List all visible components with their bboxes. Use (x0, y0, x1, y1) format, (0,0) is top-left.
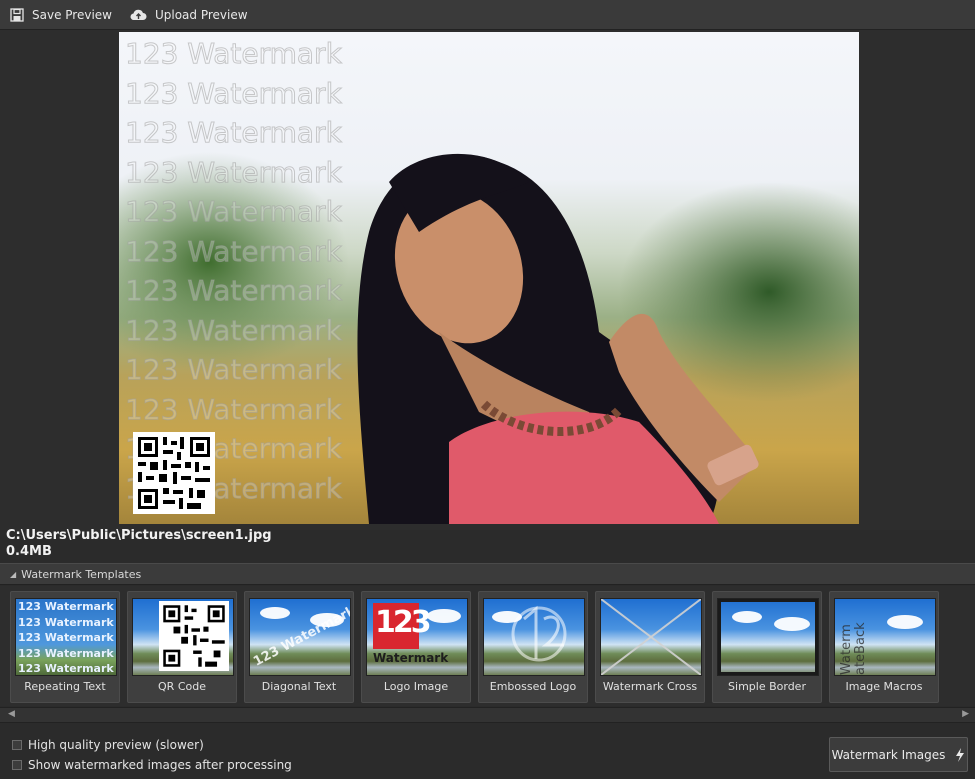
templates-scrollbar[interactable]: ◀ ▶ (0, 707, 975, 723)
template-label: Simple Border (728, 680, 806, 693)
watermark-line: 123 Watermark (125, 116, 343, 150)
lightning-icon (956, 747, 965, 762)
templates-section-header[interactable]: ◢ Watermark Templates (0, 563, 975, 585)
preview-image: 123 Watermark 123 Watermark 123 Watermar… (119, 32, 859, 524)
template-thumbnail: 123 Watermark (366, 598, 468, 676)
repeating-text-sample: 123 Watermark 123 Watermark 123 Watermar… (18, 600, 114, 675)
template-label: Diagonal Text (261, 680, 337, 693)
template-thumbnail (600, 598, 702, 676)
checkbox-box[interactable] (12, 760, 22, 770)
watermark-line: 123 Watermark (125, 234, 343, 268)
template-thumbnail (717, 598, 819, 676)
watermark-line: 123 Watermark (125, 195, 343, 229)
template-thumbnail (483, 598, 585, 676)
scroll-right-arrow-icon[interactable]: ▶ (962, 709, 969, 719)
high-quality-checkbox[interactable]: High quality preview (slower) (12, 738, 204, 752)
file-path: C:\Users\Public\Pictures\screen1.jpg (6, 528, 272, 543)
template-label: Watermark Cross (602, 680, 698, 693)
template-logo-image[interactable]: 123 Watermark Logo Image (361, 591, 471, 703)
watermark-line: 123 Watermark (125, 155, 343, 189)
file-size: 0.4MB (6, 544, 52, 559)
watermark-images-button[interactable]: Watermark Images (829, 737, 968, 772)
upload-preview-button[interactable]: Upload Preview (130, 8, 248, 22)
logo-word: Watermark (373, 651, 449, 665)
checkbox-box[interactable] (12, 740, 22, 750)
watermark-line: 123 Watermark (125, 313, 343, 347)
macro-text-sample-2: ateBack (853, 622, 868, 675)
preview-area: 123 Watermark 123 Watermark 123 Watermar… (0, 30, 975, 530)
template-qr-code[interactable]: QR Code (127, 591, 237, 703)
template-label: Logo Image (383, 680, 449, 693)
template-thumbnail: 123 Watermark (249, 598, 351, 676)
template-embossed-logo[interactable]: Embossed Logo (478, 591, 588, 703)
scroll-left-arrow-icon[interactable]: ◀ (8, 709, 15, 719)
embossed-logo-icon (511, 605, 567, 662)
template-label: Image Macros (845, 680, 923, 693)
template-image-macros[interactable]: Waterm ateBack Image Macros (829, 591, 939, 703)
template-label: Repeating Text (24, 680, 106, 693)
show-after-processing-checkbox[interactable]: Show watermarked images after processing (12, 758, 292, 772)
cross-icon (601, 599, 701, 675)
watermark-line: 123 Watermark (125, 274, 343, 308)
template-repeating-text[interactable]: 123 Watermark 123 Watermark 123 Watermar… (10, 591, 120, 703)
template-watermark-cross[interactable]: Watermark Cross (595, 591, 705, 703)
save-preview-button[interactable]: Save Preview (10, 8, 112, 22)
upload-preview-label: Upload Preview (154, 7, 248, 22)
watermark-line: 123 Watermark (125, 37, 343, 71)
template-label: Embossed Logo (489, 680, 577, 693)
save-icon (10, 7, 24, 22)
macro-text-sample-1: Waterm (839, 624, 854, 675)
watermark-line: 123 Watermark (125, 353, 343, 387)
watermark-line: 123 Watermark (125, 392, 343, 426)
cloud-upload-icon (130, 9, 147, 21)
collapse-triangle-icon: ◢ (10, 569, 17, 579)
templates-header-label: Watermark Templates (21, 567, 142, 581)
template-thumbnail: 123 Watermark 123 Watermark 123 Watermar… (15, 598, 117, 676)
watermark-line: 123 Watermark (125, 76, 343, 110)
toolbar: Save Preview Upload Preview (0, 0, 975, 30)
show-after-processing-label: Show watermarked images after processing (28, 758, 292, 772)
save-preview-label: Save Preview (32, 7, 112, 22)
template-thumbnail: Waterm ateBack (834, 598, 936, 676)
template-simple-border[interactable]: Simple Border (712, 591, 822, 703)
qr-thumb-icon (159, 601, 229, 671)
template-thumbnail (132, 598, 234, 676)
template-diagonal-text[interactable]: 123 Watermark Diagonal Text (244, 591, 354, 703)
templates-list: 123 Watermark 123 Watermark 123 Watermar… (0, 586, 975, 706)
high-quality-label: High quality preview (slower) (28, 738, 204, 752)
qr-code-overlay (133, 432, 215, 514)
watermark-images-label: Watermark Images (831, 747, 946, 762)
template-label: QR Code (158, 680, 206, 693)
logo-number: 123 (375, 605, 432, 640)
